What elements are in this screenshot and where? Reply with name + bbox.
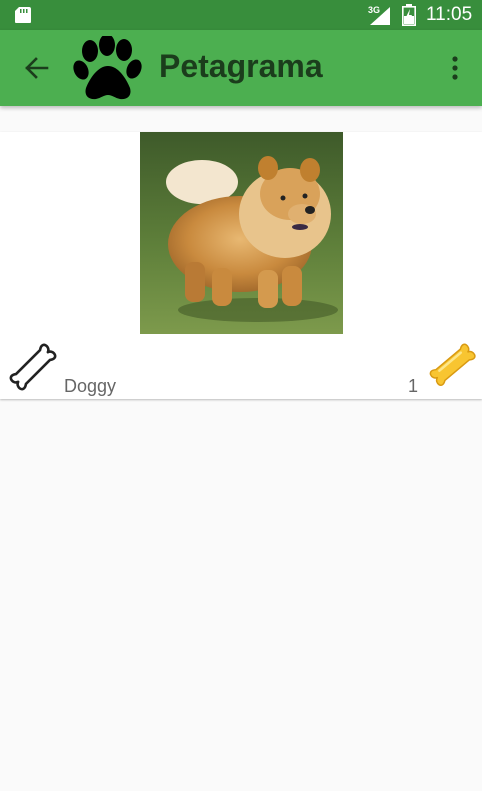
status-time: 11:05 — [426, 4, 473, 25]
app-bar: Petagrama — [0, 30, 482, 106]
signal-icon: 3G — [368, 5, 390, 25]
app-title: Petagrama — [159, 48, 323, 84]
pet-name: Doggy — [64, 376, 117, 396]
overflow-menu-icon[interactable] — [442, 52, 468, 84]
pet-card: Doggy 1 — [0, 132, 482, 399]
dog-photo — [140, 132, 343, 334]
status-bar: 3G 11:05 — [0, 0, 482, 30]
sd-card-icon — [15, 7, 31, 23]
battery-icon — [402, 4, 416, 26]
bone-outline-icon[interactable] — [4, 338, 62, 396]
svg-text:3G: 3G — [368, 5, 380, 15]
like-count: 1 — [408, 376, 419, 396]
back-arrow-icon[interactable] — [14, 50, 58, 86]
bone-gold-icon[interactable] — [424, 338, 480, 390]
paw-icon — [73, 36, 142, 100]
